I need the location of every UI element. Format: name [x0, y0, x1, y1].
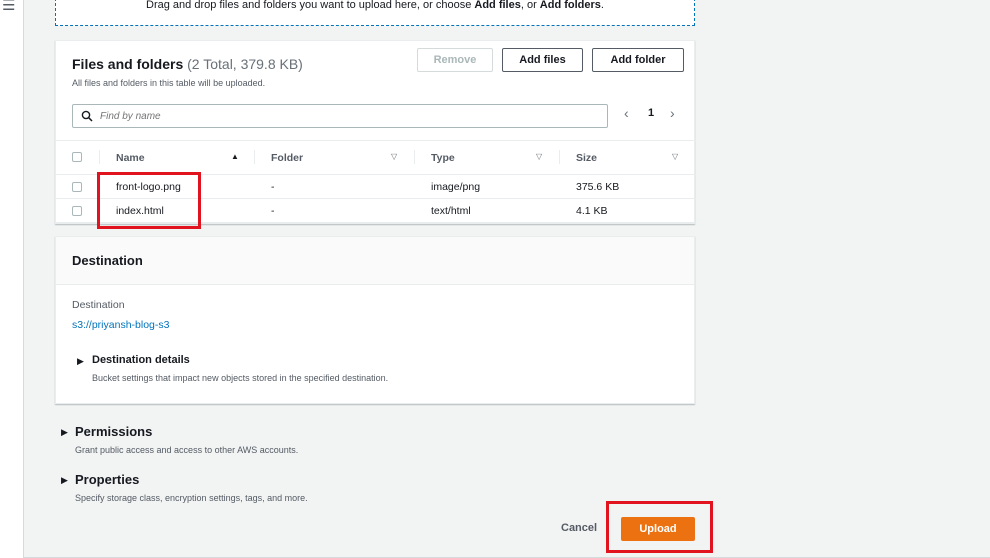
cell-type: image/png	[431, 181, 481, 193]
sort-icon[interactable]: ▽	[672, 152, 678, 161]
sort-icon[interactable]: ▽	[536, 152, 542, 161]
dropzone-add-folders-text: Add folders	[539, 0, 601, 11]
files-panel-title-text: Files and folders	[72, 56, 184, 72]
pagination-prev-icon[interactable]: ‹	[624, 105, 629, 121]
filenames-highlight-box	[97, 172, 201, 229]
caret-right-icon[interactable]: ▶	[61, 475, 68, 486]
caret-right-icon[interactable]: ▶	[77, 356, 84, 367]
column-header-folder[interactable]: Folder	[271, 152, 303, 164]
destination-title: Destination	[72, 253, 143, 268]
sort-icon[interactable]: ▽	[391, 152, 397, 161]
cell-type: text/html	[431, 205, 471, 217]
row-checkbox[interactable]	[72, 206, 82, 216]
files-panel-title: Files and folders (2 Total, 379.8 KB)	[72, 56, 303, 72]
column-separator	[99, 150, 100, 164]
permissions-description: Grant public access and access to other …	[75, 445, 299, 455]
search-icon	[81, 110, 93, 122]
pagination-next-icon[interactable]: ›	[670, 105, 675, 121]
destination-link[interactable]: s3://priyansh-blog-s3	[72, 319, 169, 331]
sort-ascending-icon[interactable]: ▲	[231, 152, 239, 161]
left-nav-rail: ☰	[0, 0, 24, 558]
caret-right-icon[interactable]: ▶	[61, 427, 68, 438]
destination-label: Destination	[72, 299, 125, 311]
column-separator	[559, 150, 560, 164]
remove-button[interactable]: Remove	[417, 48, 493, 72]
cell-size: 375.6 KB	[576, 181, 620, 193]
dropzone-text-middle: , or	[520, 0, 540, 11]
files-panel-subtitle: All files and folders in this table will…	[72, 78, 266, 88]
add-files-button[interactable]: Add files	[502, 48, 583, 72]
column-separator	[414, 150, 415, 164]
cell-folder: -	[271, 181, 275, 193]
dropzone-add-files-text: Add files	[474, 0, 521, 11]
destination-panel: Destination Destination s3://priyansh-bl…	[55, 236, 695, 404]
menu-icon[interactable]: ☰	[2, 0, 15, 13]
column-header-type[interactable]: Type	[431, 152, 455, 164]
properties-description: Specify storage class, encryption settin…	[75, 493, 308, 503]
properties-toggle[interactable]: Properties	[75, 472, 139, 487]
search-input[interactable]	[100, 108, 600, 124]
column-header-name[interactable]: Name	[116, 152, 145, 164]
permissions-toggle[interactable]: Permissions	[75, 424, 152, 439]
destination-header: Destination	[56, 237, 694, 285]
pagination-page-number[interactable]: 1	[648, 107, 654, 119]
cell-folder: -	[271, 205, 275, 217]
files-count: (2 Total, 379.8 KB)	[187, 56, 303, 72]
destination-details-toggle[interactable]: Destination details	[92, 354, 190, 366]
dropzone-text-prefix: Drag and drop files and folders you want…	[146, 0, 475, 11]
table-header: Name ▲ Folder ▽ Type ▽ Size ▽	[56, 140, 696, 175]
upload-dropzone[interactable]: Drag and drop files and folders you want…	[55, 0, 695, 26]
cancel-button[interactable]: Cancel	[561, 522, 597, 534]
destination-details-description: Bucket settings that impact new objects …	[92, 373, 389, 383]
dropzone-text-suffix: .	[600, 0, 604, 11]
row-checkbox[interactable]	[72, 182, 82, 192]
select-all-checkbox[interactable]	[72, 152, 82, 162]
search-box	[72, 104, 608, 128]
cell-size: 4.1 KB	[576, 205, 608, 217]
upload-highlight-box	[606, 501, 713, 553]
add-folder-button[interactable]: Add folder	[592, 48, 684, 72]
column-separator	[254, 150, 255, 164]
column-header-size[interactable]: Size	[576, 152, 597, 164]
